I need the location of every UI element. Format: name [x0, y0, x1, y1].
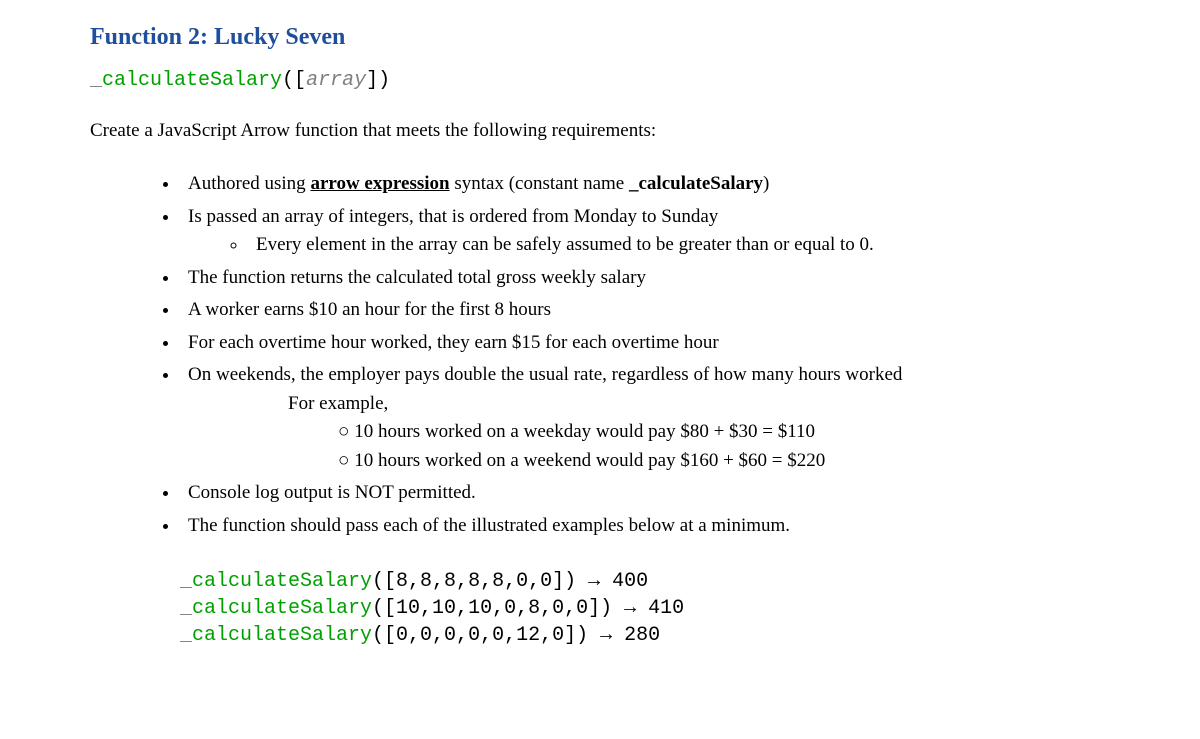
example-line-1: _calculateSalary([8,8,8,8,8,0,0]) → 400 — [180, 568, 1110, 595]
ex3-args: ([0,0,0,0,0,12,0]) — [372, 624, 588, 647]
ex1-underscore: _ — [180, 570, 192, 593]
req-item-4: A worker earns $10 an hour for the first… — [180, 296, 1110, 325]
examples-block: _calculateSalary([8,8,8,8,8,0,0]) → 400 … — [180, 568, 1110, 649]
sig-close: ]) — [366, 69, 390, 92]
req2-text: Is passed an array of integers, that is … — [188, 206, 718, 227]
ex3-underscore: _ — [180, 624, 192, 647]
ex2-arrow: → — [612, 597, 648, 620]
ex1-result: 400 — [612, 570, 648, 593]
ex1-args: ([8,8,8,8,8,0,0]) — [372, 570, 576, 593]
ex2-args: ([10,10,10,0,8,0,0]) — [372, 597, 612, 620]
req1-mid: syntax (constant name — [450, 173, 629, 194]
example-line-3: _calculateSalary([0,0,0,0,0,12,0]) → 280 — [180, 622, 1110, 649]
ex3-result: 280 — [624, 624, 660, 647]
req-item-3: The function returns the calculated tota… — [180, 264, 1110, 293]
sig-open: ([ — [282, 69, 306, 92]
requirements-list: Authored using arrow expression syntax (… — [180, 170, 1110, 540]
ex3-arrow: → — [588, 624, 624, 647]
sig-underscore: _ — [90, 69, 102, 92]
req-item-7: Console log output is NOT permitted. — [180, 479, 1110, 508]
ex2-underscore: _ — [180, 597, 192, 620]
req6-for-example: For example, — [288, 390, 1110, 419]
req-item-2: Is passed an array of integers, that is … — [180, 203, 1110, 260]
req-item-6: On weekends, the employer pays double th… — [180, 361, 1110, 475]
req-item-5: For each overtime hour worked, they earn… — [180, 329, 1110, 358]
function-signature: _calculateSalary([array]) — [90, 69, 1110, 92]
ex2-fn: calculateSalary — [192, 597, 372, 620]
section-title: Function 2: Lucky Seven — [90, 24, 1110, 51]
req1-bold: _calculateSalary — [629, 173, 763, 194]
intro-text: Create a JavaScript Arrow function that … — [90, 120, 1110, 142]
req6-example-2: 10 hours worked on a weekend would pay $… — [338, 447, 1110, 476]
req1-pre: Authored using — [188, 173, 310, 194]
sig-fn-name: calculateSalary — [102, 69, 282, 92]
req1-post: ) — [763, 173, 769, 194]
ex2-result: 410 — [648, 597, 684, 620]
req6-example-1: 10 hours worked on a weekday would pay $… — [338, 418, 1110, 447]
example-line-2: _calculateSalary([10,10,10,0,8,0,0]) → 4… — [180, 595, 1110, 622]
ex3-fn: calculateSalary — [192, 624, 372, 647]
req-item-8: The function should pass each of the ill… — [180, 512, 1110, 541]
req6-text: On weekends, the employer pays double th… — [188, 364, 902, 385]
ex1-arrow: → — [576, 570, 612, 593]
ex1-fn: calculateSalary — [192, 570, 372, 593]
sig-args: array — [306, 69, 366, 92]
document-body: Function 2: Lucky Seven _calculateSalary… — [0, 24, 1200, 649]
req1-underline: arrow expression — [310, 173, 449, 194]
req2-sublist: Every element in the array can be safely… — [248, 231, 1110, 260]
req-item-1: Authored using arrow expression syntax (… — [180, 170, 1110, 199]
req2-sub-item: Every element in the array can be safely… — [248, 231, 1110, 260]
